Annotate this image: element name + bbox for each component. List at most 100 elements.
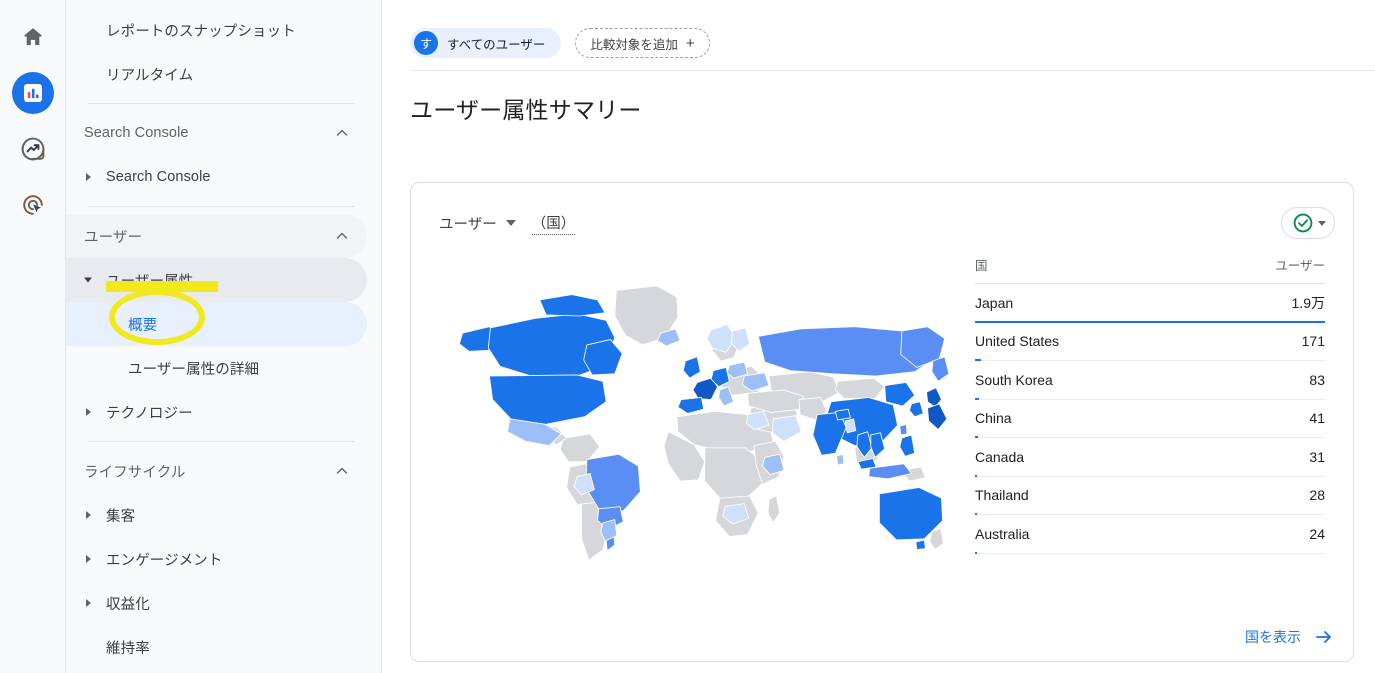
table-row[interactable]: United States 171 [975,323,1325,361]
sidebar-item-label: エンゲージメント [106,552,223,569]
rail-item-advertising[interactable] [12,184,54,226]
table-row[interactable]: Canada 31 [975,438,1325,477]
main-content: す すべてのユーザー 比較対象を追加 + ユーザー属性サマリー ユーザー （国） [382,0,1375,673]
sidebar-item-label: 収益化 [106,596,150,613]
caret-right-icon [86,408,91,416]
check-circle-icon [1293,213,1313,233]
icon-rail [0,0,66,673]
caret-right-icon [86,555,91,563]
sidebar-item-label: レポートのスナップショット [106,23,296,40]
cell-country: China [975,410,1012,427]
chevron-up-icon [336,232,348,239]
sidebar-item-search-console[interactable]: Search Console [66,155,367,199]
table-row[interactable]: China 41 [975,400,1325,438]
rail-item-reports[interactable] [11,72,54,114]
sidebar-item-label: ユーザー属性 [106,273,194,290]
view-countries-label: 国を表示 [1245,629,1301,645]
card-body: 国 ユーザー Japan 1.9万 United States 171 Sout… [411,239,1353,599]
sidebar-item-realtime[interactable]: リアルタイム [66,52,367,96]
map-region-madagascar [767,495,781,524]
card-status-menu[interactable] [1281,207,1335,239]
sidebar-item-acquisition[interactable]: 集客 [66,493,367,537]
table-header-row: 国 ユーザー [975,255,1325,284]
table-row[interactable]: Japan 1.9万 [975,284,1325,323]
sidebar-section-label: ライフサイクル [84,464,186,481]
table-row[interactable]: Thailand 28 [975,477,1325,515]
caret-down-icon [84,277,92,283]
sidebar-item-monetization[interactable]: 収益化 [66,581,367,625]
map-region-mongolia [834,377,886,399]
column-header-users: ユーザー [1275,259,1325,273]
nav-divider [88,441,355,442]
sidebar-item-retention[interactable]: 維持率 [66,625,367,669]
sidebar-item-user-attributes[interactable]: ユーザー属性 [66,258,367,302]
dimension-label: （国） [531,212,576,235]
map-region-united-kingdom [682,356,701,379]
sidebar-item-overview[interactable]: 概要 [66,302,367,346]
add-comparison-button[interactable]: 比較対象を追加 + [575,28,710,58]
cell-users: 31 [1309,448,1325,465]
sidebar-item-engagement[interactable]: エンゲージメント [66,537,367,581]
map-region-bangladesh [844,418,857,434]
sidebar-section-label: ユーザー [84,229,143,246]
sidebar-section-user[interactable]: ユーザー [66,214,367,258]
analytics-app: レポートのスナップショット リアルタイム Search Console Sear… [0,0,1375,673]
metric-selector[interactable]: ユーザー [439,213,516,234]
segment-avatar: す [414,31,438,55]
cell-country: Thailand [975,487,1029,504]
map-region-japan-honshu [927,403,948,430]
cell-users: 1.9万 [1291,294,1325,311]
countries-overview-card: ユーザー （国） 国 ユーザー Japan 1.9万 United States… [410,182,1354,662]
rail-item-home[interactable] [12,16,54,58]
chevron-up-icon [336,129,348,136]
row-bar [975,551,977,554]
explore-icon [21,137,44,161]
segment-chip-all-users[interactable]: す すべてのユーザー [410,28,562,58]
sidebar-item-label: Search Console [106,169,211,185]
map-region-canada-east [583,339,623,376]
sidebar-item-label: 集客 [106,508,136,525]
map-region-saudi-arabia [771,415,802,442]
cell-country: Canada [975,448,1025,465]
world-map[interactable] [411,243,967,599]
chevron-down-icon [1318,220,1326,226]
table-row[interactable]: Australia 24 [975,515,1325,554]
caret-right-icon [86,173,91,181]
rail-item-explore[interactable] [12,128,54,170]
chevron-down-icon [505,220,516,226]
plus-icon: + [685,34,695,52]
metric-selector-label: ユーザー [439,216,497,233]
map-region-philippines [899,434,916,457]
sidebar-section-label: Search Console [84,125,189,141]
map-region-sri-lanka [836,453,845,466]
table-row[interactable]: South Korea 83 [975,361,1325,400]
home-icon [24,28,41,45]
sidebar-item-label: リアルタイム [106,67,194,84]
map-region-taiwan [899,423,908,436]
sidebar-item-label: テクノロジー [106,405,193,422]
countries-table: 国 ユーザー Japan 1.9万 United States 171 Sout… [967,243,1353,599]
caret-right-icon [86,599,91,607]
card-header: ユーザー （国） [411,183,1353,239]
sidebar-section-lifecycle[interactable]: ライフサイクル [66,449,367,493]
reports-icon [23,84,42,102]
column-header-country: 国 [975,259,988,273]
choropleth-map-svg [458,285,950,561]
cell-users: 83 [1309,371,1325,388]
cell-users: 171 [1301,333,1325,350]
sidebar-item-technology[interactable]: テクノロジー [66,390,367,434]
cell-country: United States [975,333,1060,350]
map-region-africa-central [704,447,763,500]
map-region-tasmania [915,539,926,550]
map-region-nepal [834,408,851,421]
sidebar-section-search-console[interactable]: Search Console [66,111,367,155]
map-region-kamchatka [931,356,950,382]
sidebar-item-reports-snapshot[interactable]: レポートのスナップショット [66,8,367,52]
sidebar-item-user-attribute-details[interactable]: ユーザー属性の詳細 [66,346,367,390]
cell-users: 28 [1309,487,1325,504]
view-countries-link[interactable]: 国を表示 [1245,627,1333,647]
map-region-united-states [488,374,607,426]
map-region-china-ne [884,382,916,407]
add-comparison-label: 比較対象を追加 [590,37,678,52]
chevron-up-icon [336,467,348,474]
